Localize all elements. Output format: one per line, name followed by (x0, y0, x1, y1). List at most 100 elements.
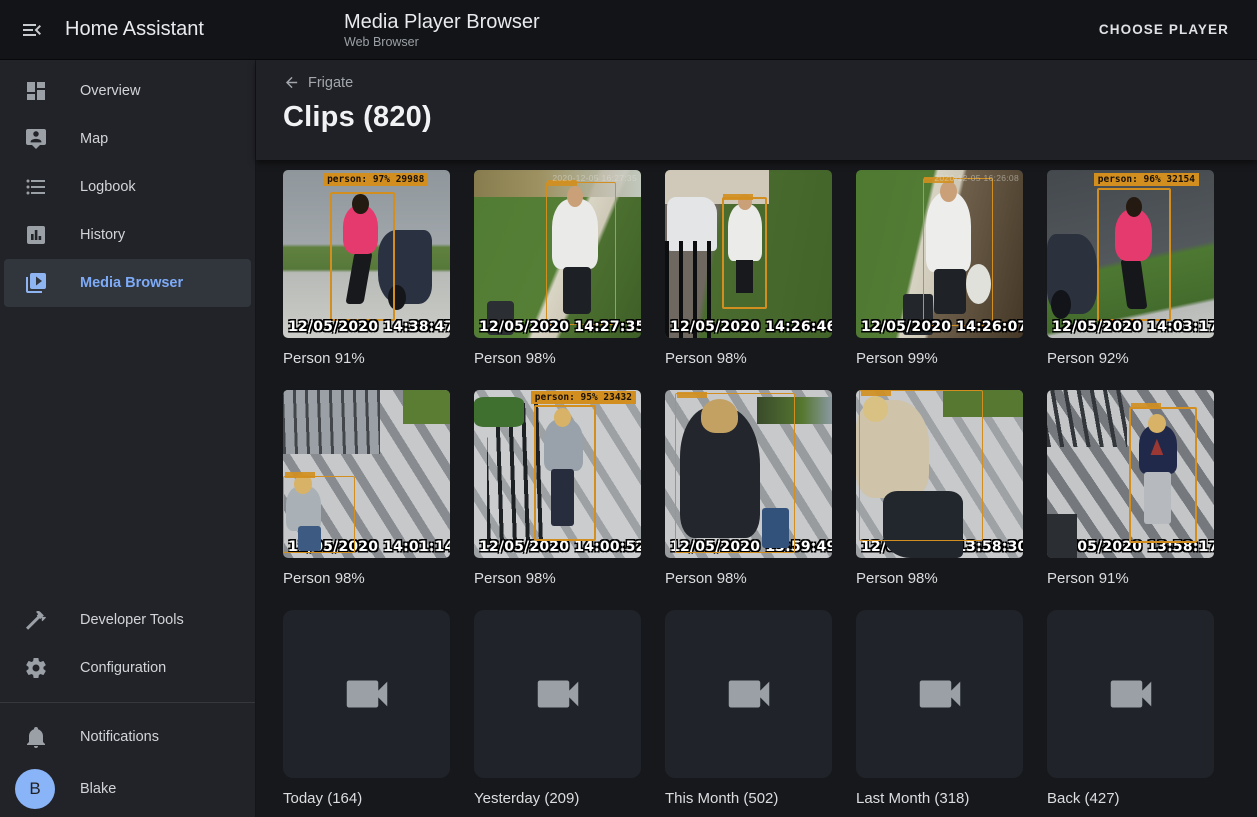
folder-item[interactable]: This Month (502) (665, 610, 832, 809)
detection-chip-small (677, 392, 707, 398)
chart-box-icon (24, 223, 48, 247)
clip-item[interactable]: 12/05/2020 13:59:49 Person 98% (665, 390, 832, 589)
sidebar-item-notifications[interactable]: Notifications (4, 713, 251, 761)
sidebar-item-label: Overview (80, 83, 140, 99)
clip-item[interactable]: person: 97% 29988 12/05/2020 14:38:47 Pe… (283, 170, 450, 369)
clip-label: Person 99% (856, 349, 1023, 369)
play-box-multiple-icon (24, 271, 48, 295)
sidebar-item-user[interactable]: B Blake (4, 761, 251, 817)
detection-bounding-box (923, 178, 993, 326)
clip-item[interactable]: person: 96% 32154 12/05/2020 14:03:17 Pe… (1047, 170, 1214, 369)
detection-bounding-box (859, 390, 983, 541)
page-heading: Clips (820) (283, 101, 1257, 134)
sidebar-item-configuration[interactable]: Configuration (4, 644, 251, 692)
app-name: Home Assistant (65, 18, 204, 41)
clip-thumbnail[interactable]: 12/05/2020 14:01:14 (283, 390, 450, 558)
folder-card[interactable] (283, 610, 450, 778)
folder-item[interactable]: Last Month (318) (856, 610, 1023, 809)
clip-item[interactable]: person: 95% 23432 12/05/2020 14:00:52 Pe… (474, 390, 641, 589)
detection-chip: person: 97% 29988 (323, 173, 428, 186)
menu-open-icon[interactable] (20, 18, 44, 42)
breadcrumb-back-link[interactable]: Frigate (283, 74, 353, 91)
clip-timestamp-overlay: 12/05/2020 14:03:17 (1052, 319, 1214, 335)
folder-card[interactable] (665, 610, 832, 778)
clip-thumbnail[interactable]: 2020-12-05 16:26:08 12/05/2020 14:26:07 (856, 170, 1023, 338)
sidebar-item-map[interactable]: Map (4, 115, 251, 163)
clip-item[interactable]: 2020-12-05 16:27:35 12/05/2020 14:27:35 … (474, 170, 641, 369)
clip-label: Person 98% (856, 569, 1023, 589)
page-title: Media Player Browser (344, 10, 540, 34)
sidebar-item-label: Media Browser (80, 275, 183, 291)
video-camera-icon (340, 667, 394, 721)
page-title-block: Media Player Browser Web Browser (344, 10, 540, 50)
clip-thumbnail[interactable]: person: 97% 29988 12/05/2020 14:38:47 (283, 170, 450, 338)
clip-label: Person 98% (665, 569, 832, 589)
video-camera-icon (722, 667, 776, 721)
detection-bounding-box (675, 393, 795, 553)
sidebar-item-label: Map (80, 131, 108, 147)
clip-thumbnail[interactable]: person: 96% 32154 12/05/2020 14:03:17 (1047, 170, 1214, 338)
folder-label: Back (427) (1047, 789, 1214, 809)
breadcrumb-label: Frigate (308, 75, 353, 91)
stroller-figure (1047, 234, 1097, 315)
video-camera-icon (1104, 667, 1158, 721)
folder-card[interactable] (856, 610, 1023, 778)
page-subtitle: Web Browser (344, 34, 540, 50)
sidebar-item-label: History (80, 227, 125, 243)
app-bar-right: Media Player Browser Web Browser CHOOSE … (256, 0, 1257, 59)
folder-item[interactable]: Yesterday (209) (474, 610, 641, 809)
detection-chip: person: 96% 32154 (1094, 173, 1199, 186)
app-bar: Home Assistant Media Player Browser Web … (0, 0, 1257, 60)
folder-label: This Month (502) (665, 789, 832, 809)
detection-bounding-box (283, 476, 355, 553)
sidebar-spacer (0, 307, 255, 596)
clip-thumbnail[interactable]: 12/05/2020 13:58:30 (856, 390, 1023, 558)
gear-icon (24, 656, 48, 680)
camera-timestamp: 2020-12-05 16:27:35 (552, 173, 637, 183)
bell-icon (24, 725, 48, 749)
clip-timestamp-overlay: 12/05/2020 14:00:52 (479, 539, 641, 555)
user-name: Blake (80, 781, 116, 797)
sidebar: Overview Map Logbook History (0, 60, 256, 817)
clip-item[interactable]: 12/05/2020 14:26:46 Person 98% (665, 170, 832, 369)
body-row: Overview Map Logbook History (0, 60, 1257, 817)
clip-item[interactable]: 12/05/2020 14:01:14 Person 98% (283, 390, 450, 589)
folder-card[interactable] (1047, 610, 1214, 778)
clip-thumbnail[interactable]: 12/05/2020 13:58:17 (1047, 390, 1214, 558)
clip-item[interactable]: 12/05/2020 13:58:17 Person 91% (1047, 390, 1214, 589)
clip-thumbnail[interactable]: person: 95% 23432 12/05/2020 14:00:52 (474, 390, 641, 558)
media-grid-area: person: 97% 29988 12/05/2020 14:38:47 Pe… (256, 160, 1257, 817)
clip-thumbnail[interactable]: 2020-12-05 16:27:35 12/05/2020 14:27:35 (474, 170, 641, 338)
detection-bounding-box (534, 405, 596, 541)
home-assistant-app: Home Assistant Media Player Browser Web … (0, 0, 1257, 817)
clip-label: Person 91% (283, 349, 450, 369)
clip-label: Person 91% (1047, 569, 1214, 589)
folder-card[interactable] (474, 610, 641, 778)
choose-player-button[interactable]: CHOOSE PLAYER (1091, 14, 1237, 45)
detection-bounding-box (722, 197, 767, 310)
video-camera-icon (531, 667, 585, 721)
sidebar-item-label: Logbook (80, 179, 136, 195)
sidebar-item-media-browser[interactable]: Media Browser (4, 259, 251, 307)
folder-label: Yesterday (209) (474, 789, 641, 809)
sidebar-item-developer-tools[interactable]: Developer Tools (4, 596, 251, 644)
folder-label: Today (164) (283, 789, 450, 809)
clip-item[interactable]: 2020-12-05 16:26:08 12/05/2020 14:26:07 … (856, 170, 1023, 369)
clip-item[interactable]: 12/05/2020 13:58:30 Person 98% (856, 390, 1023, 589)
sidebar-item-label: Developer Tools (80, 612, 184, 628)
sidebar-item-logbook[interactable]: Logbook (4, 163, 251, 211)
arrow-left-icon (283, 74, 300, 91)
sidebar-item-overview[interactable]: Overview (4, 67, 251, 115)
detection-chip-small (723, 194, 753, 200)
sidebar-item-history[interactable]: History (4, 211, 251, 259)
main-content: Frigate Clips (820) person: 97% 29988 (256, 60, 1257, 817)
clip-thumbnail[interactable]: 12/05/2020 13:59:49 (665, 390, 832, 558)
folder-item[interactable]: Today (164) (283, 610, 450, 809)
detection-bounding-box (546, 182, 616, 325)
detection-chip-small (1131, 403, 1161, 409)
folder-item[interactable]: Back (427) (1047, 610, 1214, 809)
folder-label: Last Month (318) (856, 789, 1023, 809)
clip-thumbnail[interactable]: 12/05/2020 14:26:46 (665, 170, 832, 338)
clip-timestamp-overlay: 12/05/2020 14:38:47 (288, 319, 450, 335)
content-header: Frigate Clips (820) (256, 60, 1257, 160)
